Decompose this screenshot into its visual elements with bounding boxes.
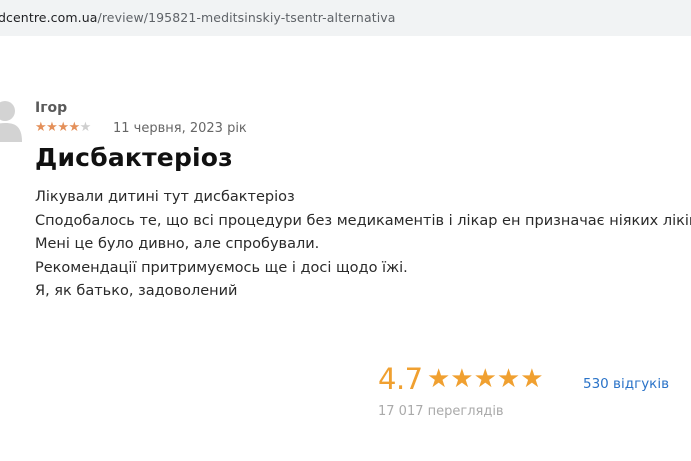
- url-text[interactable]: dcentre.com.ua/review/195821-meditsinski…: [0, 10, 396, 25]
- star-icon: ★: [57, 120, 69, 135]
- star-empty-icon: ★: [79, 120, 92, 135]
- review-line: Я, як батько, задоволений: [35, 283, 238, 299]
- overall-rating-stars-icon: ★★★★★: [427, 364, 544, 394]
- views-count: 17 017 переглядів: [378, 404, 504, 419]
- review-line: Лікували дитині тут дисбактеріоз: [35, 189, 295, 205]
- user-avatar-icon: [0, 98, 22, 142]
- browser-address-bar[interactable]: dcentre.com.ua/review/195821-meditsinski…: [0, 0, 691, 36]
- review-title: Дисбактеріоз: [35, 143, 233, 172]
- review-line: Рекомендації притримуємось ще і досі щод…: [35, 259, 408, 276]
- url-domain: dcentre.com.ua: [0, 10, 98, 25]
- review-body: Лікували дитині тут дисбактеріоз Сподоба…: [35, 186, 691, 304]
- reviews-count-link[interactable]: 530 відгуків: [583, 376, 669, 392]
- star-icon: ★: [35, 120, 47, 135]
- review-date: 11 червня, 2023 рік: [113, 121, 247, 136]
- overall-rating-value: 4.7: [378, 362, 423, 396]
- review-line: Мені це було дивно, але спробували.: [35, 236, 320, 252]
- url-path: /review/195821-meditsinskiy-tsentr-alter…: [97, 10, 396, 25]
- review-author: Ігор: [35, 100, 68, 116]
- star-icon: ★: [68, 120, 80, 135]
- review-line: Сподобалось те, що всі процедури без мед…: [35, 212, 691, 229]
- star-icon: ★: [46, 120, 58, 135]
- review-rating-stars: ★★★★★: [35, 120, 91, 135]
